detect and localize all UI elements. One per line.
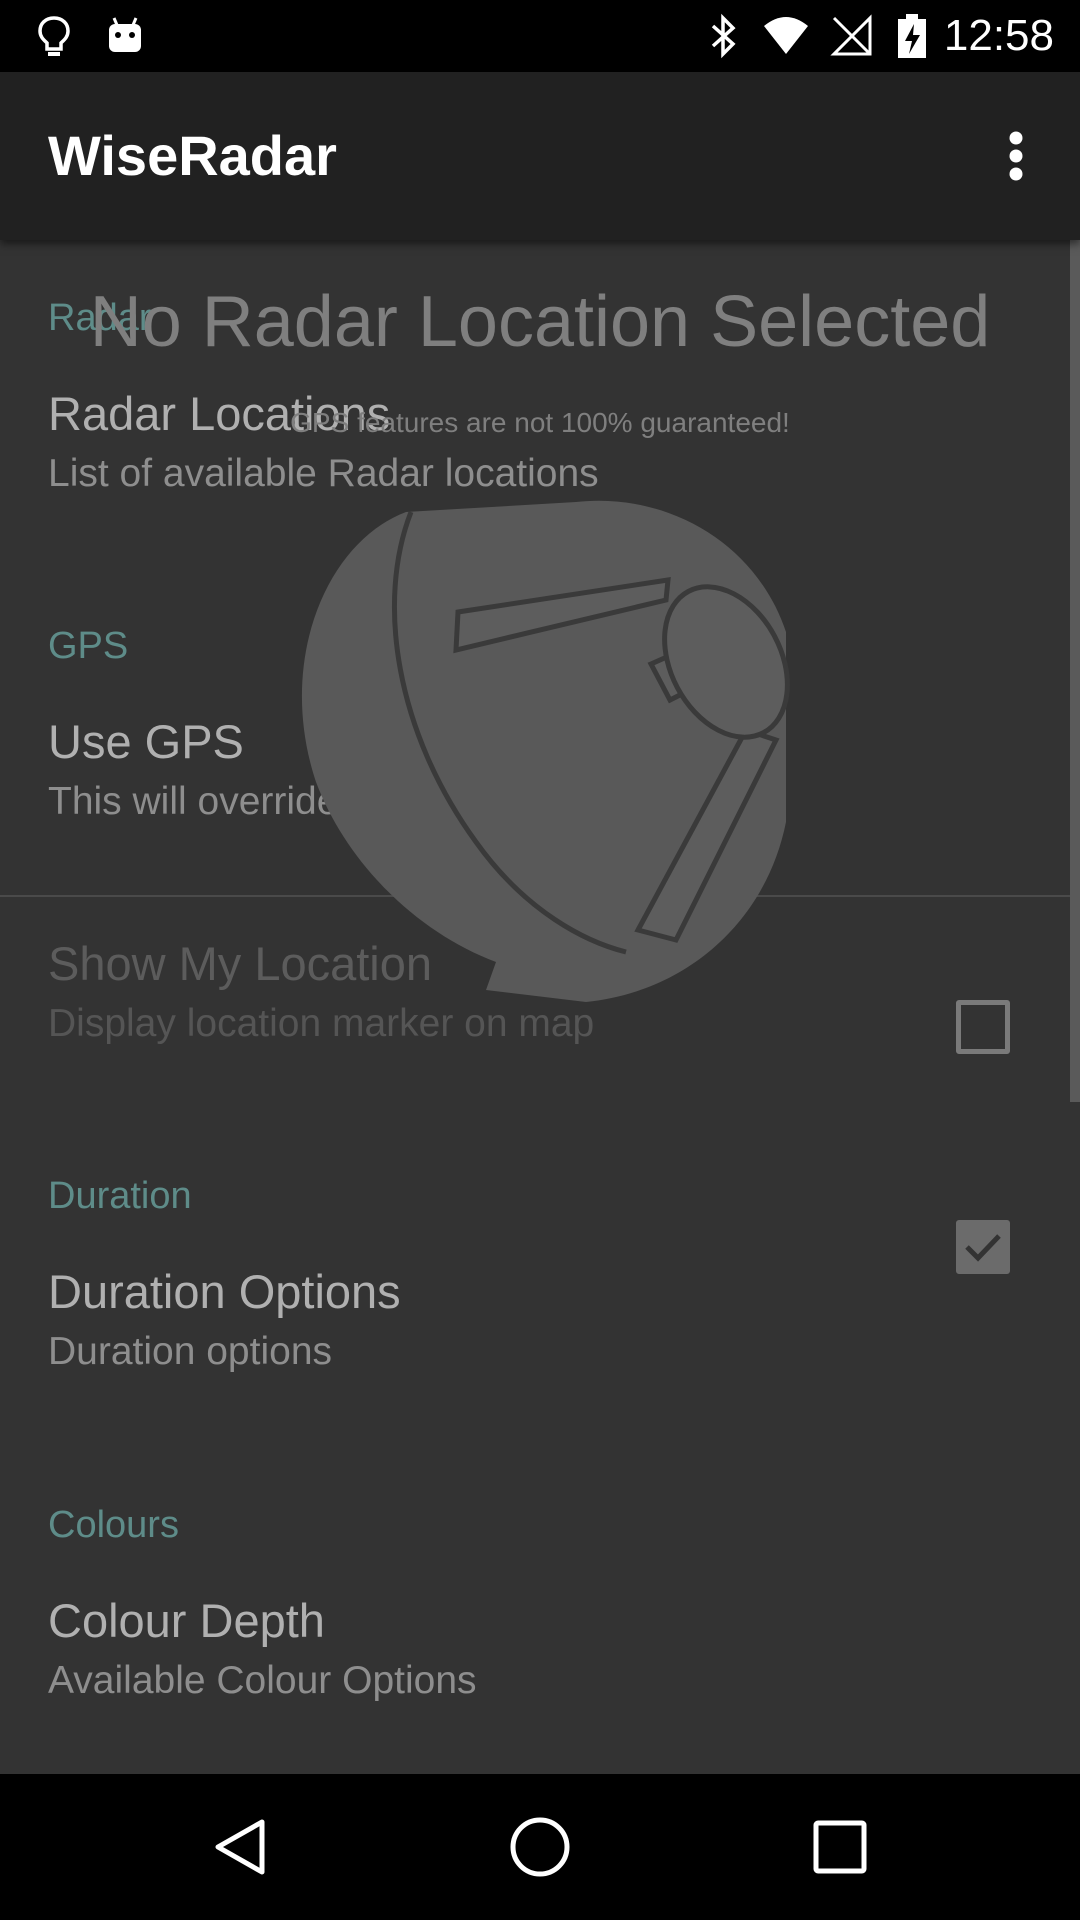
app-title: WiseRadar	[48, 124, 337, 187]
pref-show-my-location[interactable]: Show My Location Display location marker…	[0, 930, 1080, 1274]
category-duration: Duration	[48, 1175, 192, 1217]
category-radar: Radar	[48, 297, 152, 339]
bluetooth-icon	[700, 12, 748, 60]
pref-title: Show My Location	[48, 937, 433, 990]
nav-recents-button[interactable]	[800, 1807, 880, 1887]
pref-summary: Duration options	[48, 1330, 333, 1373]
divider	[0, 895, 1080, 897]
pref-colour-depth[interactable]: Colour Depth Available Colour Options	[0, 1587, 1080, 1757]
nav-back-button[interactable]	[200, 1807, 280, 1887]
category-colours: Colours	[48, 1504, 179, 1546]
pref-radar-locations[interactable]: Radar Locations List of available Radar …	[0, 380, 1080, 540]
pref-title: Colour Depth	[48, 1594, 325, 1647]
app-bar: WiseRadar	[0, 72, 1080, 240]
status-time: 12:58	[943, 11, 1054, 60]
more-vert-icon	[1009, 131, 1023, 181]
navigation-bar	[0, 1774, 1080, 1920]
pref-title: Duration Options	[48, 1265, 401, 1318]
nav-home-button[interactable]	[500, 1807, 580, 1887]
home-icon	[510, 1817, 570, 1877]
pref-summary: This will override Radar Selection	[48, 780, 627, 823]
pref-duration-options[interactable]: Duration Options Duration options	[0, 1258, 1080, 1428]
preferences-list[interactable]: Radar Radar Locations List of available …	[0, 240, 1080, 1774]
recents-icon	[813, 1820, 867, 1874]
pref-title: Use GPS	[48, 715, 244, 768]
back-icon	[215, 1819, 265, 1875]
pref-summary: Available Colour Options	[48, 1659, 477, 1702]
pref-summary: List of available Radar locations	[48, 452, 599, 495]
no-signal-icon	[828, 12, 876, 60]
lightbulb-icon	[30, 12, 78, 60]
wifi-icon	[762, 12, 810, 60]
scrollbar[interactable]	[1070, 240, 1080, 1102]
android-icon	[101, 12, 149, 60]
battery-charging-icon	[888, 12, 936, 60]
pref-summary: Display location marker on map	[48, 1002, 595, 1045]
pref-title: Radar Locations	[48, 387, 391, 440]
status-bar: 12:58	[0, 0, 1080, 72]
more-options-button[interactable]	[980, 120, 1052, 192]
pref-use-gps[interactable]: Use GPS This will override Radar Selecti…	[0, 710, 1080, 1054]
category-gps: GPS	[48, 625, 129, 667]
